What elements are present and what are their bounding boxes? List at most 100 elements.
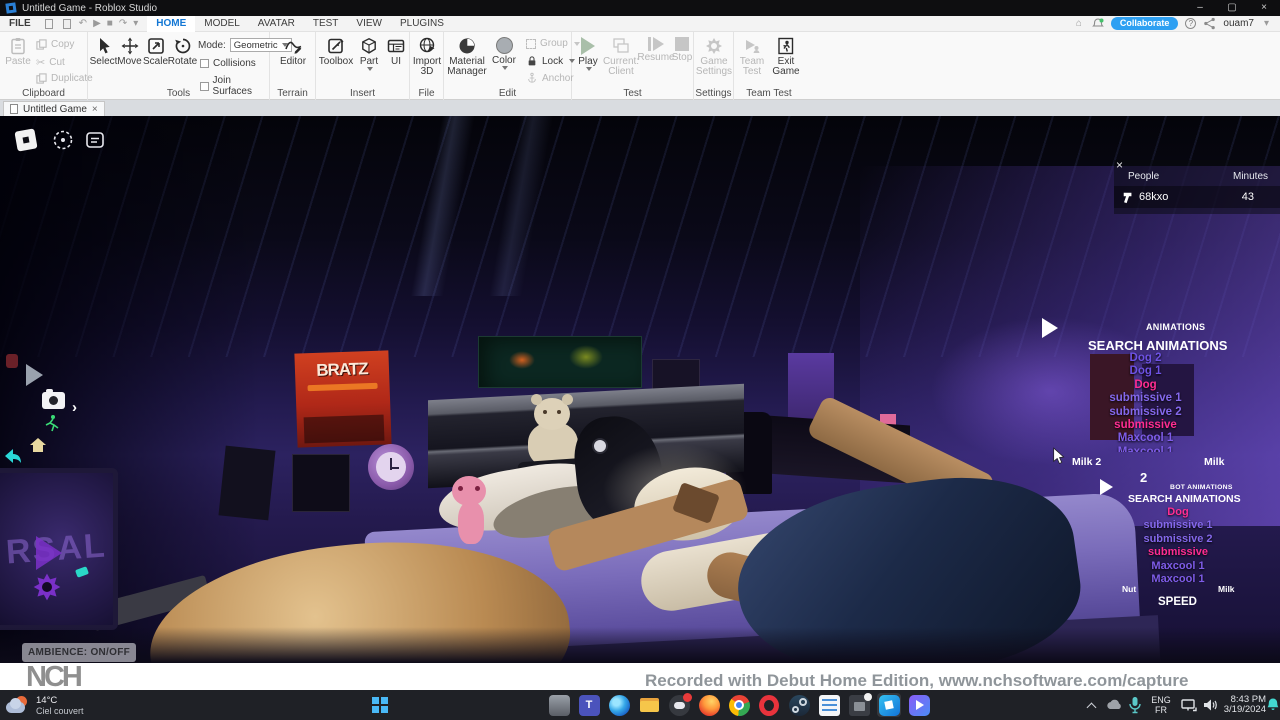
home-cloud-icon[interactable]: ⌂ [1076,17,1082,31]
anim-item[interactable]: submissive 1 [1078,392,1213,405]
share-icon[interactable] [1203,17,1216,30]
bot-anim-item[interactable]: submissive 1 [1120,519,1236,532]
maximize-button[interactable]: ▢ [1216,0,1248,16]
taskbar-app-notes[interactable] [817,693,841,717]
file-menu[interactable]: FILE [0,16,40,32]
minimize-button[interactable]: – [1184,0,1216,16]
anim-panel-play-icon[interactable] [1042,318,1058,338]
taskbar-app-debut[interactable] [847,692,872,717]
toolbox-button[interactable]: Toolbox [318,37,354,67]
onedrive-icon[interactable] [1104,693,1124,717]
taskbar-app-explorer[interactable] [637,693,661,717]
taskbar-app-discord[interactable] [667,692,692,717]
paste-button[interactable]: Paste [4,37,32,67]
notification-bell-icon[interactable] [1266,693,1280,717]
color-button[interactable]: Color [490,37,518,70]
weather-widget[interactable]: 14°C Ciel couvert [6,692,84,718]
game-settings-button[interactable]: Game Settings [694,37,734,77]
material-manager-button[interactable]: Material Manager [447,37,487,77]
runner-icon[interactable] [44,414,60,432]
taskbar-app-roblox-studio[interactable] [877,693,901,717]
taskbar-app-firefox[interactable] [697,693,721,717]
taskbar-app-edge[interactable] [607,693,631,717]
chat-icon[interactable] [84,129,106,151]
rotate-button[interactable]: Rotate [168,37,197,67]
current-client-button[interactable]: Current: Client [602,37,640,77]
leaderboard-close-icon[interactable]: × [1116,158,1123,172]
anim-item[interactable]: Dog 2 [1078,352,1213,365]
roblox-menu-icon[interactable] [14,128,38,152]
taskbar-app-window[interactable] [547,693,571,717]
duplicate-button[interactable]: Duplicate [36,73,93,84]
teal-arrow-icon[interactable] [4,448,22,464]
bot-panel-search[interactable]: SEARCH ANIMATIONS [1128,493,1241,505]
exit-game-button[interactable]: Exit Game [770,37,802,77]
document-tab-close-icon[interactable]: × [92,104,98,115]
resume-button[interactable]: Resume [637,37,675,63]
microphone-icon[interactable] [1128,693,1142,717]
anchor-button[interactable]: Anchor [526,72,574,84]
milk2-label[interactable]: Milk 2 [1072,456,1101,468]
tab-test[interactable]: TEST [304,16,348,32]
undo-icon[interactable]: ↶ [79,17,87,31]
tab-home[interactable]: HOME [147,15,196,32]
tab-avatar[interactable]: AVATAR [249,16,304,32]
play-button[interactable]: Play [576,37,600,71]
ambience-button[interactable]: AMBIENCE: ON/OFF [22,643,137,662]
open-file-icon[interactable] [62,18,71,29]
lock-button[interactable]: Lock [526,55,576,67]
new-file-icon[interactable] [44,18,53,29]
purple-gear-icon[interactable] [32,572,62,602]
part-button[interactable]: Part [356,37,382,71]
volume-icon[interactable] [1202,693,1218,717]
terrain-editor-button[interactable]: Editor [274,37,312,67]
anim-item[interactable]: Maxcool 1 [1078,432,1213,445]
emotes-icon[interactable] [52,129,74,151]
team-test-button[interactable]: Team Test [736,37,768,77]
taskbar-app-clipchamp[interactable] [907,693,931,717]
anim-item[interactable]: Dog 1 [1078,365,1213,378]
clock-widget[interactable]: 8:43 PM 3/19/2024 [1222,693,1266,717]
tab-view[interactable]: VIEW [347,16,391,32]
document-tab[interactable]: Untitled Game × [3,101,105,116]
language-switcher[interactable]: ENG FR [1148,693,1174,717]
ui-button[interactable]: UI [386,37,406,67]
help-icon[interactable]: ? [1185,18,1197,29]
import-3d-button[interactable]: Import 3D [410,37,444,77]
notifications-icon[interactable] [1091,17,1104,30]
nut-label[interactable]: Nut [1122,584,1136,594]
move-button[interactable]: Move [117,37,142,67]
anim-item[interactable]: submissive [1078,419,1213,432]
bot-anim-item[interactable]: Maxcool 1 [1120,560,1236,573]
user-menu-chevron-icon[interactable]: ▾ [1264,17,1269,31]
tab-plugins[interactable]: PLUGINS [391,16,453,32]
anim-item[interactable]: submissive 2 [1078,406,1213,419]
taskbar-app-opera[interactable] [757,693,781,717]
chevron-right-icon[interactable]: › [72,399,77,416]
quick-play-icon[interactable]: ▶ [93,17,101,31]
quick-access-more-icon[interactable]: ▾ [133,17,138,31]
grey-play-icon[interactable] [26,364,43,386]
redo-icon[interactable]: ↷ [119,17,127,31]
taskbar-app-chrome[interactable] [727,693,751,717]
anim-item[interactable]: Dog [1078,379,1213,392]
small-red-icon[interactable] [6,354,18,368]
collisions-checkbox[interactable]: Collisions [200,58,256,69]
tab-model[interactable]: MODEL [195,16,249,32]
taskbar-app-steam[interactable] [787,693,811,717]
bot-milk-label[interactable]: Milk [1218,584,1235,594]
taskbar-app-teams[interactable]: T [577,693,601,717]
bot-anim-item[interactable]: submissive 2 [1120,533,1236,546]
quick-stop-icon[interactable]: ■ [107,17,113,31]
milk-label[interactable]: Milk [1204,456,1224,468]
home-icon[interactable] [30,438,46,452]
network-icon[interactable] [1180,693,1198,717]
anim-item[interactable]: Maxcool 1 [1078,446,1213,452]
cut-button[interactable]: ✂ Cut [36,56,65,69]
username[interactable]: ouam7 [1223,18,1254,29]
bot-anim-item[interactable]: Dog [1120,506,1236,519]
bot-anim-item[interactable]: Maxcool 1 [1120,573,1236,582]
close-button[interactable]: × [1248,0,1280,16]
anim-panel-search[interactable]: SEARCH ANIMATIONS [1088,338,1227,353]
collaborate-button[interactable]: Collaborate [1110,17,1179,30]
